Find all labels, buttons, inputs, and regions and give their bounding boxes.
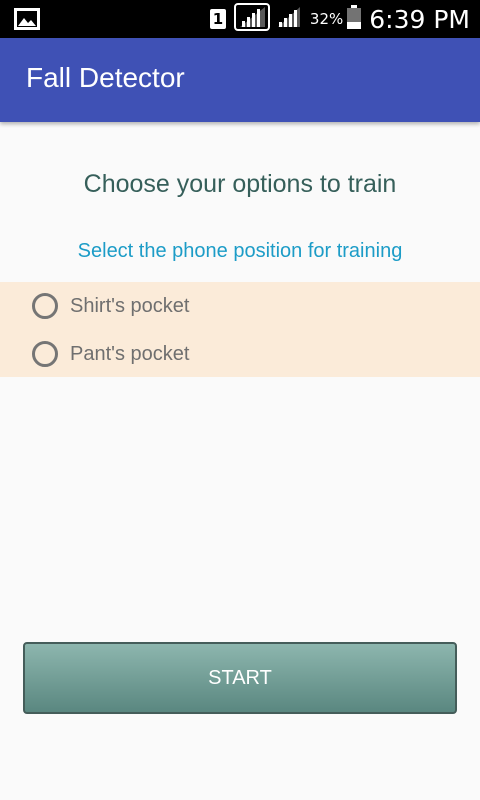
image-notification-icon: [14, 8, 40, 34]
radio-unchecked-icon[interactable]: [32, 293, 58, 319]
app-bar: Fall Detector: [0, 38, 480, 122]
signal-icon: [276, 5, 302, 33]
radio-unchecked-icon[interactable]: [32, 341, 58, 367]
sim-icon: 1: [209, 9, 226, 29]
start-button[interactable]: START: [23, 642, 457, 714]
battery-icon: [347, 5, 362, 33]
radio-label: Pant's pocket: [70, 342, 190, 365]
status-bar: 1 32% 6:39 PM: [0, 0, 480, 38]
position-prompt: Select the phone position for training: [77, 240, 403, 262]
battery-percent: 32%: [309, 10, 344, 28]
start-button-label: START: [208, 666, 272, 689]
status-clock: 6:39 PM: [369, 4, 470, 34]
radio-label: Shirt's pocket: [70, 294, 190, 317]
page-heading: Choose your options to train: [83, 170, 397, 198]
radio-option-pants-pocket[interactable]: Pant's pocket: [32, 334, 189, 374]
radio-option-shirts-pocket[interactable]: Shirt's pocket: [32, 286, 189, 326]
app-title: Fall Detector: [26, 62, 185, 93]
signal-icon: [233, 3, 270, 35]
position-radio-group: Shirt's pocket Pant's pocket: [0, 282, 480, 377]
